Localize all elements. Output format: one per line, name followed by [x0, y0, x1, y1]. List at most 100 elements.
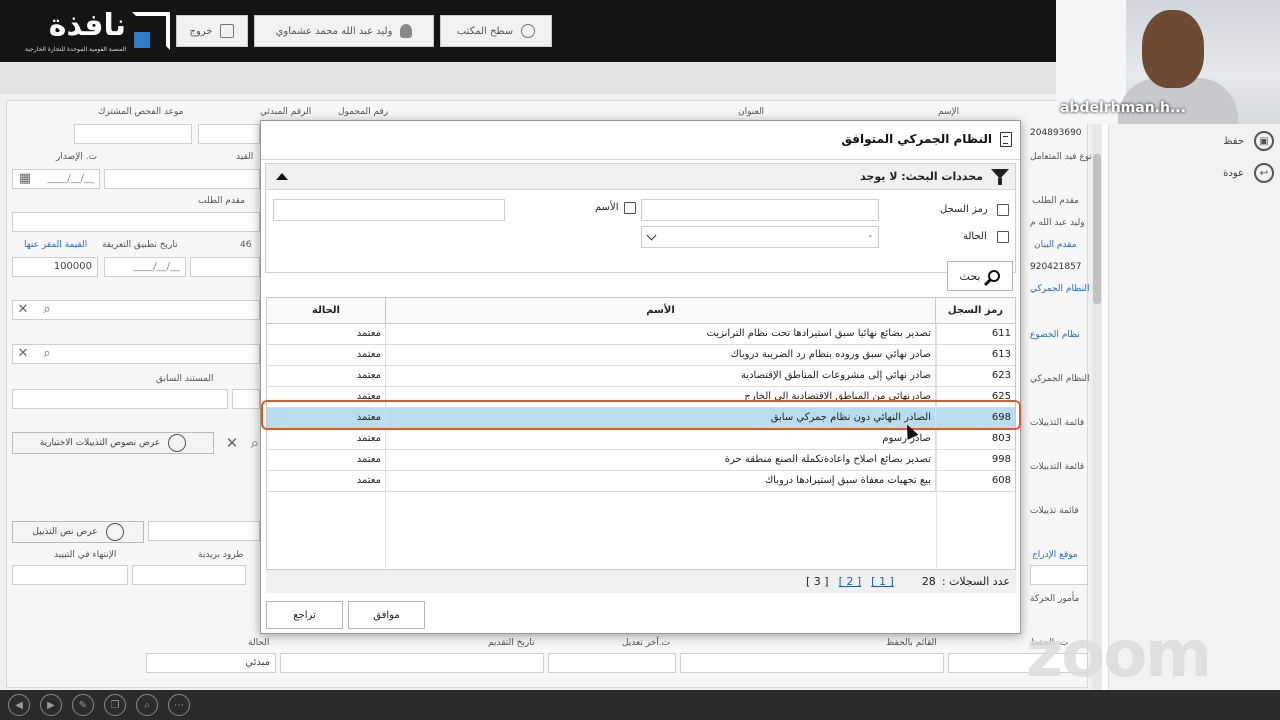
insert-location-select[interactable] [1030, 565, 1088, 585]
record-code-checkbox[interactable] [997, 204, 1009, 216]
logo-tagline: المنصة القومية الموحدة للتجارة الخارجية [25, 46, 126, 53]
exit-button[interactable]: خروج [176, 15, 248, 47]
search-criteria-header[interactable]: محددات البحث: لا يوجد [266, 164, 1015, 190]
edit-icon[interactable]: ✎ [72, 694, 94, 716]
label-postal-parcels: طرود بريدية [198, 550, 244, 560]
label-customs-system2: النظام الجمركي [1030, 374, 1090, 384]
zoom-participant-video[interactable]: abdelrhman.h... [1056, 0, 1280, 124]
name-input[interactable] [273, 199, 505, 221]
dialog-divider [261, 159, 1020, 160]
desktop-button[interactable]: سطح المكتب [440, 15, 552, 47]
label-data-provider[interactable]: مقدم البيان [1034, 240, 1077, 250]
cell-code: 623 [991, 370, 1011, 381]
clear-icon[interactable]: ✕ [14, 345, 32, 363]
label-status: الحالة [248, 638, 270, 648]
cell-status: معتمد [356, 454, 381, 465]
record-count-label: عدد السجلات : [941, 575, 1010, 588]
amendment-text-field[interactable] [148, 521, 260, 541]
show-optional-amendments-label: عرض نصوص التذييلات الاختيارية [39, 438, 161, 448]
find-icon[interactable]: ⌕ [136, 694, 158, 716]
filter-icon [991, 169, 1009, 185]
more-icon[interactable]: ⋯ [168, 694, 190, 716]
user-button[interactable]: وليد عبد الله محمد عشماوي [254, 15, 434, 47]
label-amendments-list: قائمة التذييلات [1030, 418, 1085, 428]
joint-exam-date-field[interactable] [74, 124, 192, 144]
prev-document-code-field[interactable] [232, 389, 260, 409]
postal-parcels-select[interactable] [132, 565, 246, 585]
table-row[interactable]: 625 صادرنهائي من المناطق الاقتصادية الى ا… [267, 387, 1015, 408]
back-nav-icon[interactable]: ◀ [8, 694, 30, 716]
document-icon [1000, 131, 1012, 147]
search-button[interactable]: بحث [947, 261, 1013, 291]
column-header-code[interactable]: رمز السجل [936, 298, 1015, 324]
declared-value-field[interactable]: 100000 [12, 257, 98, 277]
label-customs-system[interactable]: النظام الجمركي [1030, 284, 1090, 294]
cell-status: معتمد [356, 475, 381, 486]
page-link-1[interactable]: [ 1 ] [871, 575, 894, 588]
table-row[interactable]: 608 بيع تجهيات معفاة سبق إستيرادها دروباك… [267, 471, 1015, 492]
tariff-date-field[interactable]: __/__/____ [104, 257, 186, 277]
request-no-value: 204893690 [1030, 128, 1082, 138]
cell-name: بيع تجهيات معفاة سبق إستيرادها دروباك [385, 471, 936, 491]
status-field: مبدئي [146, 653, 276, 673]
logo-text: نافذة [48, 8, 127, 43]
cell-code: 613 [991, 349, 1011, 360]
logo: نافذة المنصة القومية الموحدة للتجارة الخ… [8, 8, 170, 56]
initial-no-field[interactable] [198, 124, 260, 144]
status-checkbox[interactable] [997, 231, 1009, 243]
save-button[interactable]: حفظ ▣ [1223, 128, 1274, 154]
search-icon[interactable]: ⌕ [38, 345, 56, 363]
calendar-icon[interactable]: ▦ [16, 170, 34, 188]
page-scrollbar[interactable] [1092, 124, 1102, 694]
label-subject-system[interactable]: نظام الخضوع [1030, 330, 1080, 340]
pager-bar: عدد السجلات : 28 [ 3 ] [ 2 ] [ 1 ] [266, 569, 1016, 593]
label-movement-officer: مأمور الحركة [1030, 594, 1080, 604]
end-in-amendment-select[interactable] [12, 565, 128, 585]
tariff-code-field[interactable] [190, 257, 260, 277]
search-criteria-title: محددات البحث: لا يوجد [860, 170, 983, 183]
results-table: رمز السجل الأسم الحالة 611 تصدير بضائع نه… [266, 297, 1016, 593]
back-button[interactable]: عودة ↩ [1223, 160, 1274, 186]
record-count: عدد السجلات : 28 [922, 575, 1010, 588]
table-row[interactable]: 613 صادر نهائي سبق وروده بنظام رد الضريبة… [267, 345, 1015, 366]
clear-icon[interactable]: ✕ [14, 301, 32, 319]
dialog-title-bar: النظام الجمركي المتوافق [841, 127, 1012, 151]
search-icon[interactable]: ⌕ [38, 301, 56, 319]
table-row[interactable]: 623 صادر نهائي إلى مشروعات المناطق الإقتص… [267, 366, 1015, 387]
label-name: الإسم [938, 107, 960, 117]
prev-document-field[interactable] [12, 389, 228, 409]
forward-nav-icon[interactable]: ▶ [40, 694, 62, 716]
label-insert-location[interactable]: موقع الإدراج [1032, 550, 1078, 560]
name-checkbox[interactable] [624, 202, 636, 214]
table-row[interactable]: 803 صادر رسوم معتمد [267, 429, 1015, 450]
tariff-code-value: 46 [240, 240, 252, 250]
page-link-2[interactable]: [ 2 ] [839, 575, 862, 588]
column-header-name[interactable]: الأسم [385, 298, 936, 324]
copy-icon[interactable]: ❐ [104, 694, 126, 716]
dialog-title: النظام الجمركي المتوافق [841, 132, 992, 146]
scrollbar-thumb[interactable] [1093, 154, 1101, 304]
status-select[interactable]: - [641, 226, 879, 248]
record-code-input[interactable] [641, 199, 879, 221]
status-label: الحالة [963, 231, 987, 242]
show-amendment-text-button[interactable]: عرض نص التذييل [12, 521, 144, 543]
show-optional-amendments-button[interactable]: عرض نصوص التذييلات الاختيارية [12, 432, 214, 454]
ok-button[interactable]: موافق [348, 601, 425, 629]
cancel-button[interactable]: تراجع [266, 601, 343, 629]
label-issue-date: ت. الإصدار [56, 152, 98, 162]
registration-field[interactable] [104, 169, 260, 189]
collapse-triangle-icon[interactable] [276, 173, 288, 180]
column-header-status[interactable]: الحالة [267, 298, 385, 324]
label-declared-value[interactable]: القيمة المقر عنها [24, 240, 87, 250]
table-row[interactable]: 611 تصدير بضائع نهائيا سبق استيرادها تحت … [267, 324, 1015, 345]
table-row[interactable]: 998 تصدير بضائع اصلاح واعادةتكملة الصنع م… [267, 450, 1015, 471]
label-submit-date: تاريخ التقديم [488, 638, 535, 648]
applicant-field[interactable] [12, 212, 260, 232]
status-select-value: - [868, 231, 872, 242]
label-request-type: نوع قيد المتعامل [1030, 152, 1092, 162]
clear-icon[interactable]: ✕ [223, 434, 241, 452]
cell-name: الصادر النهائي دون نظام جمركي سابق [385, 408, 936, 428]
label-registration: القيد [236, 152, 254, 162]
record-code-label: رمز السجل [940, 204, 988, 215]
page-link-3[interactable]: [ 3 ] [806, 575, 829, 588]
